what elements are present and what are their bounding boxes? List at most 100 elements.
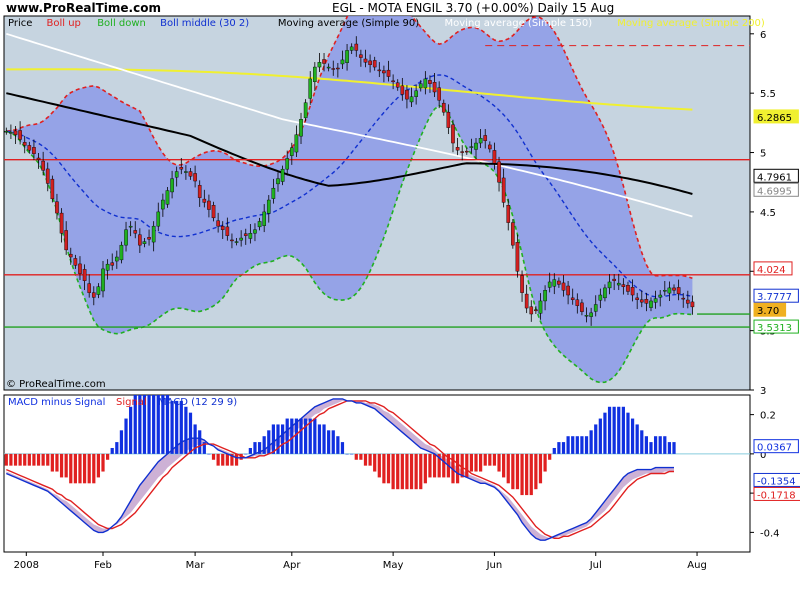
macd-bar (607, 406, 612, 454)
candle-body (262, 211, 266, 226)
candle-body (308, 78, 313, 99)
candle-body (561, 282, 566, 291)
macd-bar (497, 453, 501, 472)
macd-bar (589, 430, 593, 454)
macd-bar (566, 436, 570, 454)
candle-body (474, 142, 478, 150)
macd-bar (267, 430, 271, 454)
candle-body (73, 258, 78, 266)
macd-bar (534, 453, 538, 490)
candle-body (133, 230, 138, 234)
macd-bar (101, 453, 105, 472)
macd-bar (354, 453, 358, 460)
macd-bar (603, 412, 607, 454)
candle-body (336, 67, 340, 70)
candle-body (372, 60, 377, 68)
candle-body (266, 199, 271, 214)
macd-bar (432, 453, 437, 478)
candle-body (455, 147, 460, 151)
candle-body (36, 157, 41, 160)
macd-bar (115, 442, 119, 454)
price-panel: Price Boll up Boll down Boll middle (30 2) M… (3, 15, 776, 397)
candle-body (667, 287, 672, 294)
candle-body (50, 178, 55, 200)
candle-body (303, 102, 308, 119)
candle-body (225, 226, 230, 236)
macd-bar (386, 453, 391, 484)
candle-body (575, 299, 580, 306)
macd-bar (525, 453, 529, 496)
macd-last-value-1: -0.1354 (757, 476, 796, 487)
macd-bar (667, 442, 672, 454)
candle-body (22, 142, 27, 146)
candle-body (45, 168, 50, 184)
candle-body (128, 225, 133, 228)
macd-bar (626, 412, 630, 454)
macd-tick-label: 0.2 (760, 411, 776, 422)
candle-body (547, 281, 552, 288)
candle-body (566, 285, 570, 296)
candle-body (672, 287, 676, 291)
candle-body (147, 237, 151, 240)
macd-last-value-0: 0.0367 (757, 443, 792, 454)
candle-body (271, 187, 276, 199)
macd-bar (87, 453, 91, 484)
candle-body (626, 285, 630, 292)
macd-bar (253, 442, 257, 454)
candle-body (409, 96, 414, 103)
price-legend-5: Moving average (Simple 150) (445, 18, 593, 29)
x-tick-label: May (383, 560, 404, 571)
macd-bar (571, 436, 575, 454)
macd-bar (502, 453, 506, 478)
candle-body (492, 150, 497, 164)
macd-bar (105, 453, 110, 460)
macd-bar (92, 453, 96, 484)
candle-body (299, 119, 303, 137)
candle-body (653, 298, 658, 303)
candle-body (589, 312, 593, 317)
price-last-value-1: 4.7961 (757, 172, 792, 183)
macd-bar (649, 442, 653, 454)
candle-body (543, 290, 547, 302)
candle-body (515, 242, 520, 272)
candle-body (488, 144, 492, 150)
candle-body (294, 134, 299, 153)
price-tick-label: 4.5 (760, 208, 776, 219)
candle-body (41, 160, 45, 171)
candle-body (382, 70, 386, 74)
candle-body (18, 130, 22, 140)
candle-body (13, 130, 18, 135)
candle-body (326, 66, 331, 69)
macd-bar (82, 453, 87, 484)
macd-bar (511, 453, 515, 490)
price-last-value-5: 3.70 (757, 306, 779, 317)
macd-bar (234, 453, 239, 466)
macd-bar (317, 424, 322, 454)
price-legend-1: Boll up (47, 18, 81, 29)
macd-bar (32, 453, 36, 466)
macd-bar (4, 453, 8, 466)
candle-body (239, 237, 243, 241)
macd-bar (340, 442, 345, 454)
x-tick-label: Feb (94, 560, 112, 571)
candle-body (506, 205, 511, 223)
macd-bar (69, 453, 73, 484)
candle-body (386, 69, 391, 77)
x-tick-label: Apr (283, 560, 301, 571)
candle-body (662, 290, 667, 292)
macd-bar (557, 442, 561, 454)
macd-bar (198, 430, 202, 454)
candle-body (115, 256, 119, 262)
macd-bar (419, 453, 423, 490)
macd-bar (147, 395, 151, 454)
candle-body (681, 297, 686, 300)
candle-body (82, 269, 87, 281)
macd-bar (336, 436, 340, 454)
candle-body (211, 205, 216, 219)
macd-bar (552, 447, 556, 454)
macd-bar (658, 436, 662, 454)
macd-bar (400, 453, 404, 490)
candle-body (405, 89, 409, 100)
price-legend-3: Boll middle (30 2) (160, 18, 249, 29)
candle-body (105, 263, 110, 271)
